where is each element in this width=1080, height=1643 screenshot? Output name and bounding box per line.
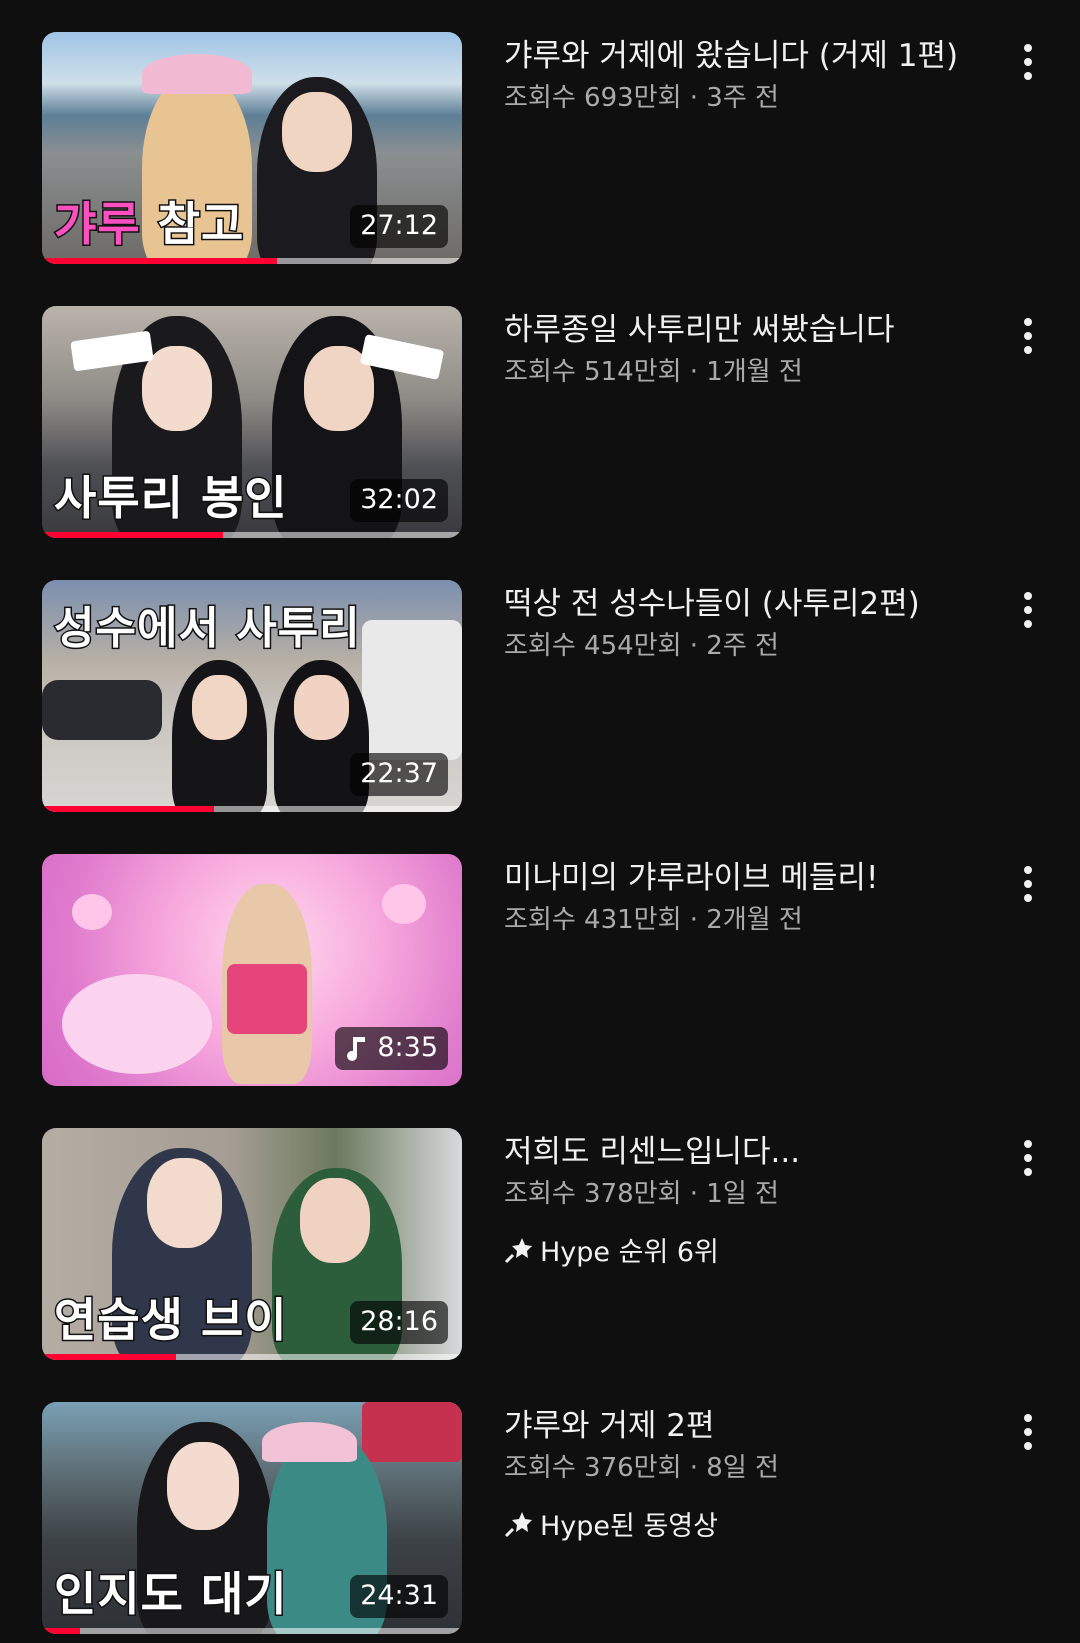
- pink-outfit: [227, 964, 307, 1034]
- more-options-icon[interactable]: [1008, 312, 1048, 360]
- truck: [362, 620, 462, 760]
- video-item[interactable]: 성수에서 사투리 22:37 떡상 전 성수나들이 (사투리2편) 조회수 45…: [0, 580, 1080, 820]
- video-title[interactable]: 하루종일 사투리만 써봤습니다: [504, 308, 1004, 352]
- more-options-icon[interactable]: [1008, 586, 1048, 634]
- face: [294, 675, 349, 740]
- more-options-icon[interactable]: [1008, 860, 1048, 908]
- watch-progress-fill: [42, 532, 223, 538]
- video-thumbnail[interactable]: 연습생 브이 28:16: [42, 1128, 462, 1360]
- watch-progress-fill: [42, 806, 215, 812]
- pink-hat: [142, 54, 252, 94]
- more-options-icon[interactable]: [1008, 38, 1048, 86]
- duration-badge: 28:16: [350, 1300, 448, 1344]
- watch-progress-track: [42, 258, 462, 264]
- duration-badge: 27:12: [350, 204, 448, 248]
- face: [300, 1178, 370, 1263]
- video-item[interactable]: 인지도 대기 24:31 갸루와 거제 2편 조회수 376만회 · 8일 전 …: [0, 1402, 1080, 1642]
- watch-progress-fill: [42, 1628, 80, 1634]
- thumbnail-caption: 인지도 대기: [53, 1566, 289, 1623]
- more-options-icon[interactable]: [1008, 1134, 1048, 1182]
- duration-text: 8:35: [377, 1031, 438, 1063]
- bubble-logo: [62, 974, 212, 1074]
- thumbnail-caption: 연습생 브이: [53, 1292, 289, 1349]
- duration-text: 22:37: [360, 757, 438, 789]
- face: [282, 92, 352, 172]
- video-meta: 미나미의 갸루라이브 메들리! 조회수 431만회 · 2개월 전: [504, 856, 1004, 940]
- watch-progress-fill: [42, 1354, 177, 1360]
- face: [167, 1442, 239, 1530]
- watch-progress-track: [42, 1628, 462, 1634]
- hype-badge: Hype 순위 6위: [504, 1230, 1004, 1269]
- video-views-date: 조회수 431만회 · 2개월 전: [504, 905, 803, 935]
- duration-text: 32:02: [360, 483, 438, 515]
- hype-sparkle-icon: [504, 1511, 532, 1537]
- video-meta: 떡상 전 성수나들이 (사투리2편) 조회수 454만회 · 2주 전: [504, 582, 1004, 666]
- duration-badge: 32:02: [350, 478, 448, 522]
- duration-badge: 8:35: [335, 1026, 448, 1070]
- heart-decoration: [72, 894, 112, 930]
- video-thumbnail[interactable]: 사투리 봉인 32:02: [42, 306, 462, 538]
- video-thumbnail[interactable]: 갸루 참고 27:12: [42, 32, 462, 264]
- video-meta: 갸루와 거제 2편 조회수 376만회 · 8일 전 Hype된 동영상: [504, 1404, 1004, 1543]
- duration-text: 27:12: [360, 209, 438, 241]
- video-views-date: 조회수 514만회 · 1개월 전: [504, 357, 803, 387]
- video-title[interactable]: 갸루와 거제 2편: [504, 1404, 1004, 1448]
- video-meta: 갸루와 거제에 왔습니다 (거제 1편) 조회수 693만회 · 3주 전: [504, 34, 1004, 118]
- video-meta: 하루종일 사투리만 써봤습니다 조회수 514만회 · 1개월 전: [504, 308, 1004, 392]
- duration-text: 28:16: [360, 1305, 438, 1337]
- video-thumbnail[interactable]: 8:35: [42, 854, 462, 1086]
- thumbnail-caption: 성수에서 사투리: [53, 602, 362, 656]
- video-views-date: 조회수 376만회 · 8일 전: [504, 1453, 779, 1483]
- video-item[interactable]: 사투리 봉인 32:02 하루종일 사투리만 써봤습니다 조회수 514만회 ·…: [0, 306, 1080, 546]
- bus: [362, 1402, 462, 1462]
- hype-badge: Hype된 동영상: [504, 1504, 1004, 1543]
- face: [192, 675, 247, 740]
- pink-hat: [262, 1422, 357, 1462]
- video-title[interactable]: 미나미의 갸루라이브 메들리!: [504, 856, 1004, 900]
- car: [42, 680, 162, 740]
- watch-progress-track: [42, 806, 462, 812]
- hype-badge-text: Hype 순위 6위: [540, 1237, 719, 1268]
- video-title[interactable]: 갸루와 거제에 왔습니다 (거제 1편): [504, 34, 1004, 78]
- hype-sparkle-icon: [504, 1237, 532, 1263]
- watch-progress-track: [42, 532, 462, 538]
- video-title[interactable]: 떡상 전 성수나들이 (사투리2편): [504, 582, 1004, 626]
- watch-progress-fill: [42, 258, 278, 264]
- video-item[interactable]: 8:35 미나미의 갸루라이브 메들리! 조회수 431만회 · 2개월 전: [0, 854, 1080, 1094]
- video-thumbnail[interactable]: 인지도 대기 24:31: [42, 1402, 462, 1634]
- video-list: 갸루 참고 27:12 갸루와 거제에 왔습니다 (거제 1편) 조회수 693…: [0, 0, 1080, 1643]
- video-item[interactable]: 연습생 브이 28:16 저희도 리센느입니다... 조회수 378만회 · 1…: [0, 1128, 1080, 1368]
- hype-badge-text: Hype된 동영상: [540, 1511, 718, 1542]
- duration-badge: 24:31: [350, 1574, 448, 1618]
- thumbnail-caption: 참고: [140, 196, 245, 253]
- heart-decoration: [382, 884, 426, 924]
- video-item[interactable]: 갸루 참고 27:12 갸루와 거제에 왔습니다 (거제 1편) 조회수 693…: [0, 32, 1080, 272]
- duration-text: 24:31: [360, 1579, 438, 1611]
- video-views-date: 조회수 454만회 · 2주 전: [504, 631, 779, 661]
- face: [147, 1158, 222, 1248]
- video-views-date: 조회수 378만회 · 1일 전: [504, 1179, 779, 1209]
- more-options-icon[interactable]: [1008, 1408, 1048, 1456]
- thumbnail-caption-highlight: 갸루: [53, 196, 142, 253]
- video-meta: 저희도 리센느입니다... 조회수 378만회 · 1일 전 Hype 순위 6…: [504, 1130, 1004, 1269]
- video-title[interactable]: 저희도 리센느입니다...: [504, 1130, 1004, 1174]
- video-thumbnail[interactable]: 성수에서 사투리 22:37: [42, 580, 462, 812]
- music-note-icon: [347, 1036, 366, 1061]
- video-views-date: 조회수 693만회 · 3주 전: [504, 83, 779, 113]
- duration-badge: 22:37: [350, 752, 448, 796]
- thumbnail-caption: 사투리 봉인: [53, 470, 289, 527]
- watch-progress-track: [42, 1354, 462, 1360]
